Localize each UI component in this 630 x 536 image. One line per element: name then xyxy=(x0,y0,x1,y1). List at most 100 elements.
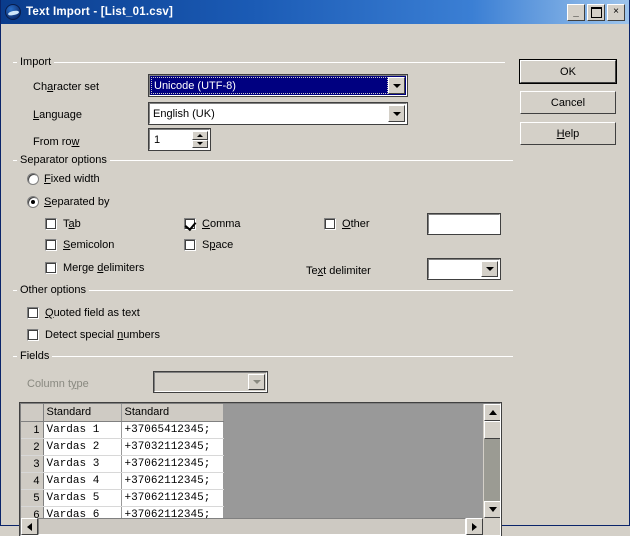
other-separator-input[interactable] xyxy=(427,213,501,235)
group-divider xyxy=(13,356,513,357)
vscroll-thumb[interactable] xyxy=(484,421,500,439)
checkbox-quoted-field-as-text[interactable]: Quoted field as text xyxy=(27,307,140,319)
checkbox-icon xyxy=(324,218,336,230)
table-row[interactable]: 2 Vardas 2 +37032112345; xyxy=(21,438,224,456)
cell-phone: +37062112345; xyxy=(121,455,224,473)
text-delimiter-dropdown[interactable] xyxy=(427,258,501,280)
scroll-up-icon[interactable] xyxy=(484,404,500,421)
chevron-down-icon[interactable] xyxy=(481,261,498,277)
chevron-down-icon[interactable] xyxy=(248,374,265,390)
row-number: 6 xyxy=(21,506,44,518)
ok-button[interactable]: OK xyxy=(519,59,617,84)
text-import-dialog: Text Import - [List_01.csv] _ × Import C… xyxy=(0,0,630,536)
text-delimiter-value xyxy=(429,260,481,278)
radio-icon xyxy=(27,196,39,208)
spinner-up-icon[interactable] xyxy=(192,131,208,140)
minimize-button[interactable]: _ xyxy=(567,3,585,21)
chevron-down-icon[interactable] xyxy=(388,105,405,122)
radio-fixed-width[interactable]: Fixed width xyxy=(27,173,100,185)
titlebar: Text Import - [List_01.csv] _ × xyxy=(1,0,629,24)
column-type-value xyxy=(155,373,248,391)
column-type-dropdown[interactable] xyxy=(153,371,268,393)
checkbox-icon xyxy=(45,239,57,251)
radio-separated-by[interactable]: Separated by xyxy=(27,196,109,208)
cell-name: Vardas 6 xyxy=(43,506,122,518)
from-row-value: 1 xyxy=(154,133,161,146)
cell-name: Vardas 4 xyxy=(43,472,122,490)
table-row[interactable]: 4 Vardas 4 +37062112345; xyxy=(21,472,224,490)
scroll-down-icon[interactable] xyxy=(484,501,500,518)
checkbox-detect-special-numbers-label: Detect special numbers xyxy=(45,329,160,341)
spinner-down-icon[interactable] xyxy=(192,139,208,148)
hscroll-track[interactable] xyxy=(38,518,466,535)
column-header-2[interactable]: Standard xyxy=(121,404,224,422)
cell-phone: +37065412345; xyxy=(121,421,224,439)
checkbox-other-label: Other xyxy=(342,218,370,230)
cell-name: Vardas 1 xyxy=(43,421,122,439)
checkbox-merge-delimiters[interactable]: Merge delimiters xyxy=(45,262,144,274)
language-dropdown[interactable]: English (UK) xyxy=(148,102,408,125)
column-type-label: Column type xyxy=(27,378,89,390)
from-row-stepper[interactable]: 1 xyxy=(148,128,211,151)
separator-group-title: Separator options xyxy=(17,154,110,166)
checkbox-detect-special-numbers[interactable]: Detect special numbers xyxy=(27,329,160,341)
table-row[interactable]: 1 Vardas 1 +37065412345; xyxy=(21,421,224,439)
scrollbar-corner xyxy=(483,518,500,535)
table-row[interactable]: 5 Vardas 5 +37062112345; xyxy=(21,489,224,507)
scroll-right-icon[interactable] xyxy=(466,518,483,535)
character-set-label: Character set xyxy=(33,81,100,93)
cell-phone: +37062112345; xyxy=(121,506,224,518)
checkbox-space-label: Space xyxy=(202,239,234,251)
column-header-1[interactable]: Standard xyxy=(43,404,122,422)
grid-corner-cell[interactable] xyxy=(21,404,44,422)
grid-horizontal-scrollbar[interactable] xyxy=(21,518,483,535)
cell-name: Vardas 3 xyxy=(43,455,122,473)
row-number: 1 xyxy=(21,421,44,439)
group-divider xyxy=(13,62,505,63)
row-number: 2 xyxy=(21,438,44,456)
character-set-value: Unicode (UTF-8) xyxy=(151,77,388,94)
checkbox-icon xyxy=(184,218,196,230)
help-button[interactable]: Help xyxy=(520,122,616,145)
checkbox-comma[interactable]: Comma xyxy=(184,218,241,230)
radio-fixed-width-label: Fixed width xyxy=(44,173,100,185)
chevron-down-icon[interactable] xyxy=(388,77,405,94)
checkbox-icon xyxy=(27,307,39,319)
character-set-dropdown[interactable]: Unicode (UTF-8) xyxy=(148,74,408,97)
checkbox-semicolon[interactable]: Semicolon xyxy=(45,239,114,251)
checkbox-semicolon-label: Semicolon xyxy=(63,239,115,251)
from-row-spin-buttons xyxy=(192,131,208,148)
cell-name: Vardas 2 xyxy=(43,438,122,456)
cell-name: Vardas 5 xyxy=(43,489,122,507)
row-number: 5 xyxy=(21,489,44,507)
other-options-group-title: Other options xyxy=(17,284,90,296)
cell-phone: +37062112345; xyxy=(121,472,224,490)
grid-vertical-scrollbar[interactable] xyxy=(483,404,500,518)
close-button[interactable]: × xyxy=(607,3,625,21)
checkbox-tab[interactable]: Tab xyxy=(45,218,81,230)
minimize-icon: _ xyxy=(573,6,579,18)
radio-separated-by-label: Separated by xyxy=(44,196,110,208)
language-label: Language xyxy=(33,109,82,121)
scroll-left-icon[interactable] xyxy=(21,518,38,535)
table-header-row: Standard Standard xyxy=(21,404,224,422)
row-number: 4 xyxy=(21,472,44,490)
checkbox-other[interactable]: Other xyxy=(324,218,370,230)
checkbox-quoted-field-label: Quoted field as text xyxy=(45,307,140,319)
language-value: English (UK) xyxy=(153,107,215,120)
checkbox-icon xyxy=(45,218,57,230)
checkbox-icon xyxy=(27,329,39,341)
cancel-button[interactable]: Cancel xyxy=(520,91,616,114)
checkbox-space[interactable]: Space xyxy=(184,239,233,251)
radio-icon xyxy=(27,173,39,185)
text-delimiter-label: Text delimiter xyxy=(306,265,371,277)
table-row[interactable]: 3 Vardas 3 +37062112345; xyxy=(21,455,224,473)
help-button-label: Help xyxy=(556,127,580,140)
cell-phone: +37062112345; xyxy=(121,489,224,507)
table-row[interactable]: 6 Vardas 6 +37062112345; xyxy=(21,506,224,518)
maximize-icon xyxy=(588,5,604,20)
window-controls: _ × xyxy=(567,3,625,21)
data-preview-grid[interactable]: Standard Standard 1 Vardas 1 +3706541234… xyxy=(19,402,502,536)
row-number: 3 xyxy=(21,455,44,473)
maximize-button[interactable] xyxy=(587,3,605,21)
